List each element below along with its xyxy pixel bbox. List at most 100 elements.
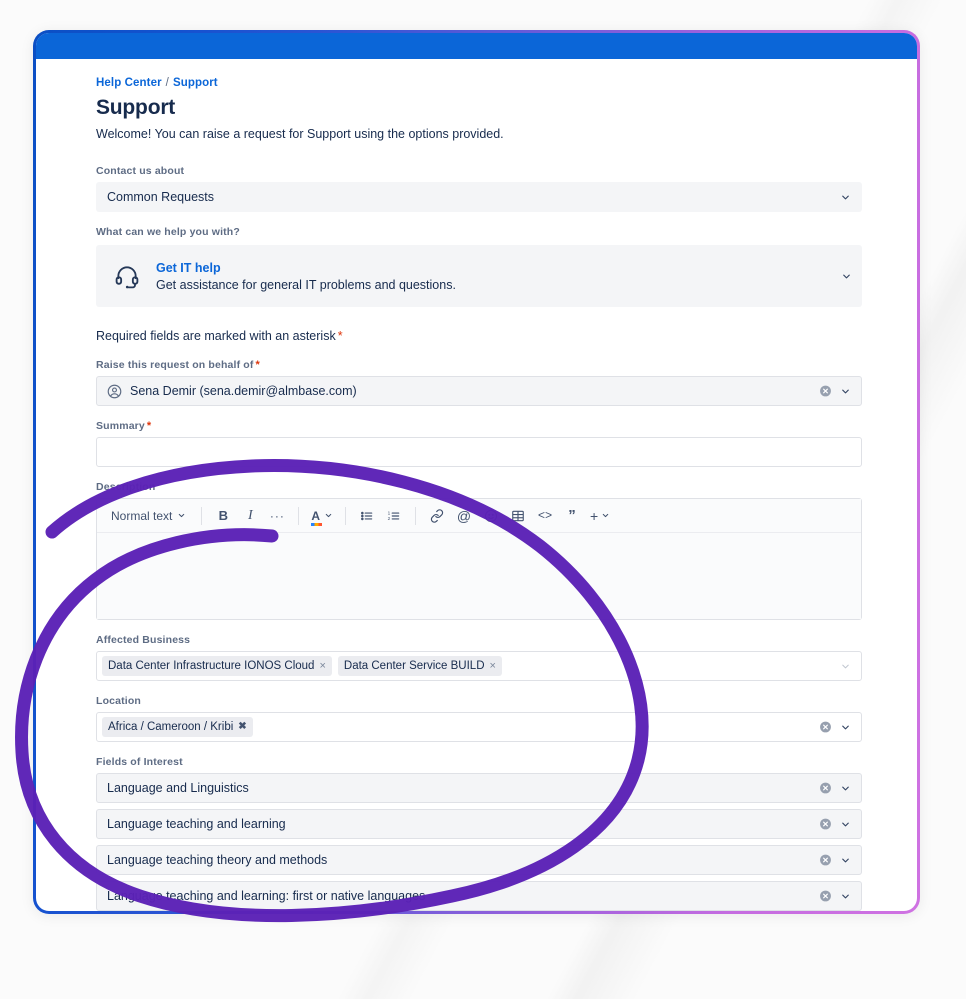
- svg-text:1: 1: [388, 510, 391, 515]
- toolbar-divider: [345, 506, 347, 525]
- token-remove-icon[interactable]: ✖: [238, 722, 246, 732]
- summary-label: Summary *: [96, 420, 862, 432]
- description-editor[interactable]: Normal text B I ··· A 1 2 @ <> ” +: [96, 498, 862, 620]
- token-label: Data Center Service BUILD: [343, 660, 485, 672]
- affected-business-field[interactable]: Data Center Infrastructure IONOS Cloud ×…: [96, 651, 862, 681]
- text-style-label: Normal text: [111, 508, 173, 523]
- on-behalf-of-select[interactable]: Sena Demir (sena.demir@almbase.com): [96, 376, 862, 406]
- on-behalf-of-label-text: Raise this request on behalf of: [96, 359, 254, 371]
- required-fields-note: Required fields are marked with an aster…: [96, 329, 862, 343]
- contact-us-about-label: Contact us about: [96, 165, 185, 177]
- browser-window-inner: Help Center / Support Support Welcome! You…: [36, 33, 917, 911]
- chevron-down-icon[interactable]: [839, 818, 851, 830]
- toolbar-divider: [201, 506, 203, 525]
- field-summary: Summary *: [96, 420, 862, 467]
- chevron-down-icon[interactable]: [839, 854, 851, 866]
- required-asterisk: *: [255, 359, 260, 371]
- help-with-label: What can we help you with?: [96, 226, 240, 238]
- text-color-button[interactable]: A: [308, 504, 336, 528]
- chevron-down-icon[interactable]: [839, 385, 851, 397]
- breadcrumb: Help Center / Support: [96, 77, 862, 89]
- summary-input[interactable]: [96, 437, 862, 467]
- emoji-button[interactable]: [479, 504, 503, 528]
- field-description: Description Normal text B I ··· A 1 2 @ …: [96, 481, 862, 620]
- editor-toolbar: Normal text B I ··· A 1 2 @ <> ” +: [97, 499, 861, 533]
- field-help-with: What can we help you with? Get IT help G…: [96, 226, 862, 307]
- required-asterisk: *: [146, 420, 152, 432]
- toolbar-divider: [298, 506, 300, 525]
- insert-more-button[interactable]: +: [587, 504, 613, 528]
- fields-of-interest-value: Language teaching and learning: [107, 817, 286, 831]
- browser-title-bar: [36, 33, 917, 59]
- description-label: Description: [96, 481, 156, 493]
- clear-circle-icon[interactable]: [819, 854, 832, 867]
- more-formatting-button[interactable]: ···: [265, 504, 289, 528]
- token-label: Data Center Infrastructure IONOS Cloud: [108, 660, 315, 672]
- chevron-down-icon[interactable]: [839, 890, 851, 902]
- token-remove-icon[interactable]: ×: [490, 660, 496, 672]
- numbered-list-button[interactable]: 12: [382, 504, 406, 528]
- fields-of-interest-row[interactable]: Language teaching and learning: first or…: [96, 881, 862, 911]
- clear-circle-icon[interactable]: [819, 385, 832, 398]
- location-field[interactable]: Africa / Cameroon / Kribi ✖: [96, 712, 862, 742]
- link-button[interactable]: [425, 504, 449, 528]
- required-fields-note-text: Required fields are marked with an aster…: [96, 329, 336, 343]
- browser-window-frame: Help Center / Support Support Welcome! You…: [33, 30, 920, 914]
- contact-us-about-select[interactable]: Common Requests: [96, 182, 862, 212]
- field-contact-us-about: Contact us about Common Requests: [96, 165, 862, 212]
- chevron-down-icon[interactable]: [839, 191, 851, 203]
- field-affected-business: Affected Business Data Center Infrastruc…: [96, 634, 862, 681]
- fields-of-interest-row[interactable]: Language and Linguistics: [96, 773, 862, 803]
- fields-of-interest-value: Language teaching and learning: first or…: [107, 889, 426, 903]
- chevron-down-icon[interactable]: [839, 782, 851, 794]
- text-style-dropdown[interactable]: Normal text: [105, 504, 192, 528]
- breadcrumb-item-support[interactable]: Support: [173, 77, 218, 89]
- clear-circle-icon[interactable]: [819, 721, 832, 734]
- clear-circle-icon[interactable]: [819, 818, 832, 831]
- request-type-card-text: Get IT help Get assistance for general I…: [156, 261, 456, 292]
- chevron-down-icon: [179, 513, 185, 518]
- clear-circle-icon[interactable]: [819, 782, 832, 795]
- page-body: Help Center / Support Support Welcome! You…: [36, 59, 917, 911]
- svg-text:2: 2: [388, 516, 391, 521]
- location-label: Location: [96, 695, 141, 707]
- required-asterisk: *: [337, 329, 343, 343]
- request-type-card-get-it-help[interactable]: Get IT help Get assistance for general I…: [96, 245, 862, 307]
- quote-button[interactable]: ”: [560, 504, 584, 528]
- table-button[interactable]: [506, 504, 530, 528]
- token[interactable]: Data Center Service BUILD ×: [337, 656, 502, 676]
- on-behalf-of-label: Raise this request on behalf of *: [96, 359, 862, 371]
- on-behalf-of-value: Sena Demir (sena.demir@almbase.com): [130, 384, 357, 398]
- chevron-down-icon[interactable]: [840, 270, 852, 282]
- chevron-down-icon[interactable]: [839, 660, 851, 672]
- breadcrumb-separator: /: [165, 77, 169, 89]
- headset-icon: [114, 263, 140, 289]
- avatar-icon: [107, 384, 122, 399]
- field-on-behalf-of: Raise this request on behalf of * Sena De…: [96, 359, 862, 406]
- token-label: Africa / Cameroon / Kribi: [108, 721, 234, 733]
- fields-of-interest-row[interactable]: Language teaching and learning: [96, 809, 862, 839]
- token[interactable]: Data Center Infrastructure IONOS Cloud ×: [102, 656, 332, 676]
- clear-circle-icon[interactable]: [819, 890, 832, 903]
- fields-of-interest-value: Language teaching theory and methods: [107, 853, 328, 867]
- bullet-list-button[interactable]: [355, 504, 379, 528]
- breadcrumb-item-help-center[interactable]: Help Center: [96, 77, 162, 89]
- request-type-title[interactable]: Get IT help: [156, 261, 456, 275]
- summary-label-text: Summary: [96, 420, 145, 432]
- toolbar-divider: [415, 506, 417, 525]
- bold-button[interactable]: B: [211, 504, 235, 528]
- fields-of-interest-row[interactable]: Language teaching theory and methods: [96, 845, 862, 875]
- page-welcome-text: Welcome! You can raise a request for Sup…: [96, 127, 504, 141]
- token[interactable]: Africa / Cameroon / Kribi ✖: [102, 717, 253, 737]
- description-text-area[interactable]: [97, 533, 861, 619]
- mention-button[interactable]: @: [452, 504, 476, 528]
- chevron-down-icon: [325, 513, 332, 518]
- field-fields-of-interest: Fields of Interest Language and Linguist…: [96, 756, 862, 911]
- token-remove-icon[interactable]: ×: [319, 660, 325, 672]
- request-type-description: Get assistance for general IT problems a…: [156, 277, 456, 292]
- field-location: Location Africa / Cameroon / Kribi ✖: [96, 695, 862, 742]
- chevron-down-icon[interactable]: [839, 721, 851, 733]
- fields-of-interest-label: Fields of Interest: [96, 756, 183, 768]
- italic-button[interactable]: I: [238, 504, 262, 528]
- code-button[interactable]: <>: [533, 504, 557, 528]
